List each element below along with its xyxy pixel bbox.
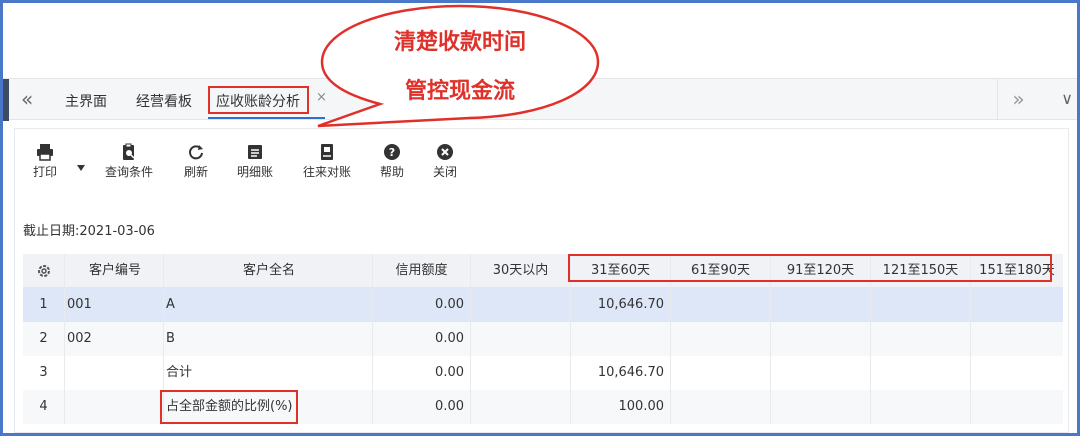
amount-within-30 <box>471 288 571 322</box>
row-index: 2 <box>23 322 65 356</box>
table-row[interactable]: 1 001 A 0.00 10,646.70 <box>23 288 1063 322</box>
amount-91-120 <box>771 288 871 322</box>
amount-151-180 <box>971 288 1063 322</box>
amount-61-90 <box>671 390 771 424</box>
customer-code: 002 <box>65 322 164 356</box>
amount-61-90 <box>671 356 771 390</box>
table-header: 客户编号 客户全名 信用额度 30天以内 31至60天 61至90天 91至12… <box>23 254 1063 288</box>
active-tab-underline <box>208 117 325 119</box>
credit-limit: 0.00 <box>373 390 471 424</box>
column-settings-button[interactable] <box>23 254 65 288</box>
detail-ledger-label: 明细账 <box>237 165 274 179</box>
reconcile-label: 往来对账 <box>303 165 352 179</box>
nav-forward-icon[interactable]: » <box>997 79 1039 119</box>
customer-code: 001 <box>65 288 164 322</box>
refresh-label: 刷新 <box>184 165 209 179</box>
table-row[interactable]: 2 002 B 0.00 <box>23 322 1063 356</box>
clipboard-search-icon <box>123 143 135 160</box>
amount-31-60: 10,646.70 <box>571 288 671 322</box>
amount-61-90 <box>671 322 771 356</box>
help-label: 帮助 <box>380 165 405 179</box>
amount-121-150 <box>871 288 971 322</box>
callout-line-2: 管控现金流 <box>404 79 515 104</box>
customer-code <box>65 390 164 424</box>
print-dropdown-icon[interactable] <box>77 165 85 171</box>
amount-91-120 <box>771 322 871 356</box>
close-label: 关闭 <box>433 165 458 179</box>
print-label: 打印 <box>33 165 58 179</box>
callout-bubble <box>317 4 600 128</box>
amount-61-90 <box>671 288 771 322</box>
customer-code <box>65 356 164 390</box>
toolbar: 打印 查询条件 刷新 明细账 往来对账 ? 帮助 关闭 <box>15 143 1068 193</box>
help-icon: ? <box>384 144 400 160</box>
cutoff-date: 截止日期:2021-03-06 <box>23 224 155 239</box>
tab-bar-edge <box>3 79 9 121</box>
header-within-30[interactable]: 30天以内 <box>471 254 571 288</box>
customer-name: 合计 <box>164 356 373 390</box>
ledger-icon <box>248 145 262 159</box>
reconcile-book-icon <box>321 144 333 160</box>
amount-121-150 <box>871 322 971 356</box>
row-index: 1 <box>23 288 65 322</box>
header-61-90[interactable]: 61至90天 <box>671 254 771 288</box>
amount-151-180 <box>971 322 1063 356</box>
amount-151-180 <box>971 356 1063 390</box>
customer-name: 占全部金额的比例(%) <box>164 390 373 424</box>
close-button[interactable]: 关闭 <box>433 143 457 180</box>
tab-receivable-aging[interactable]: 应收账龄分析 <box>208 86 309 114</box>
amount-121-150 <box>871 356 971 390</box>
amount-91-120 <box>771 356 871 390</box>
svg-text:?: ? <box>389 146 395 159</box>
tab-home[interactable]: 主界面 <box>65 91 107 111</box>
amount-within-30 <box>471 390 571 424</box>
amount-within-30 <box>471 356 571 390</box>
printer-icon <box>37 144 53 161</box>
refresh-icon <box>189 145 203 160</box>
amount-91-120 <box>771 390 871 424</box>
credit-limit: 0.00 <box>373 356 471 390</box>
query-label: 查询条件 <box>105 165 154 179</box>
header-151-180[interactable]: 151至180天 <box>971 254 1063 288</box>
header-91-120[interactable]: 91至120天 <box>771 254 871 288</box>
report-panel: 打印 查询条件 刷新 明细账 往来对账 ? 帮助 关闭 截止日期:2021-03… <box>14 128 1069 433</box>
detail-ledger-button[interactable]: 明细账 <box>237 143 273 180</box>
header-121-150[interactable]: 121至150天 <box>871 254 971 288</box>
amount-31-60: 10,646.70 <box>571 356 671 390</box>
amount-31-60: 100.00 <box>571 390 671 424</box>
nav-back-icon[interactable]: « <box>21 87 33 111</box>
gear-icon <box>37 264 50 277</box>
header-31-60[interactable]: 31至60天 <box>571 254 671 288</box>
callout-line-1: 清楚收款时间 <box>393 30 526 55</box>
row-index: 4 <box>23 390 65 424</box>
customer-name: A <box>164 288 373 322</box>
header-customer-code[interactable]: 客户编号 <box>65 254 164 288</box>
header-customer-name[interactable]: 客户全名 <box>164 254 373 288</box>
header-credit-limit[interactable]: 信用额度 <box>373 254 471 288</box>
table-row[interactable]: 4 占全部金额的比例(%) 0.00 100.00 <box>23 390 1063 424</box>
chevron-down-icon[interactable]: ∨ <box>1061 89 1073 108</box>
row-index: 3 <box>23 356 65 390</box>
amount-31-60 <box>571 322 671 356</box>
tab-dashboard[interactable]: 经营看板 <box>136 91 192 111</box>
reconcile-button[interactable]: 往来对账 <box>303 143 351 180</box>
close-icon <box>437 144 453 160</box>
help-button[interactable]: ? 帮助 <box>380 143 404 180</box>
credit-limit: 0.00 <box>373 322 471 356</box>
amount-151-180 <box>971 390 1063 424</box>
amount-121-150 <box>871 390 971 424</box>
table-row[interactable]: 3 合计 0.00 10,646.70 <box>23 356 1063 390</box>
query-button[interactable]: 查询条件 <box>105 143 153 180</box>
refresh-button[interactable]: 刷新 <box>184 143 208 180</box>
credit-limit: 0.00 <box>373 288 471 322</box>
print-button[interactable]: 打印 <box>33 143 57 180</box>
amount-within-30 <box>471 322 571 356</box>
customer-name: B <box>164 322 373 356</box>
